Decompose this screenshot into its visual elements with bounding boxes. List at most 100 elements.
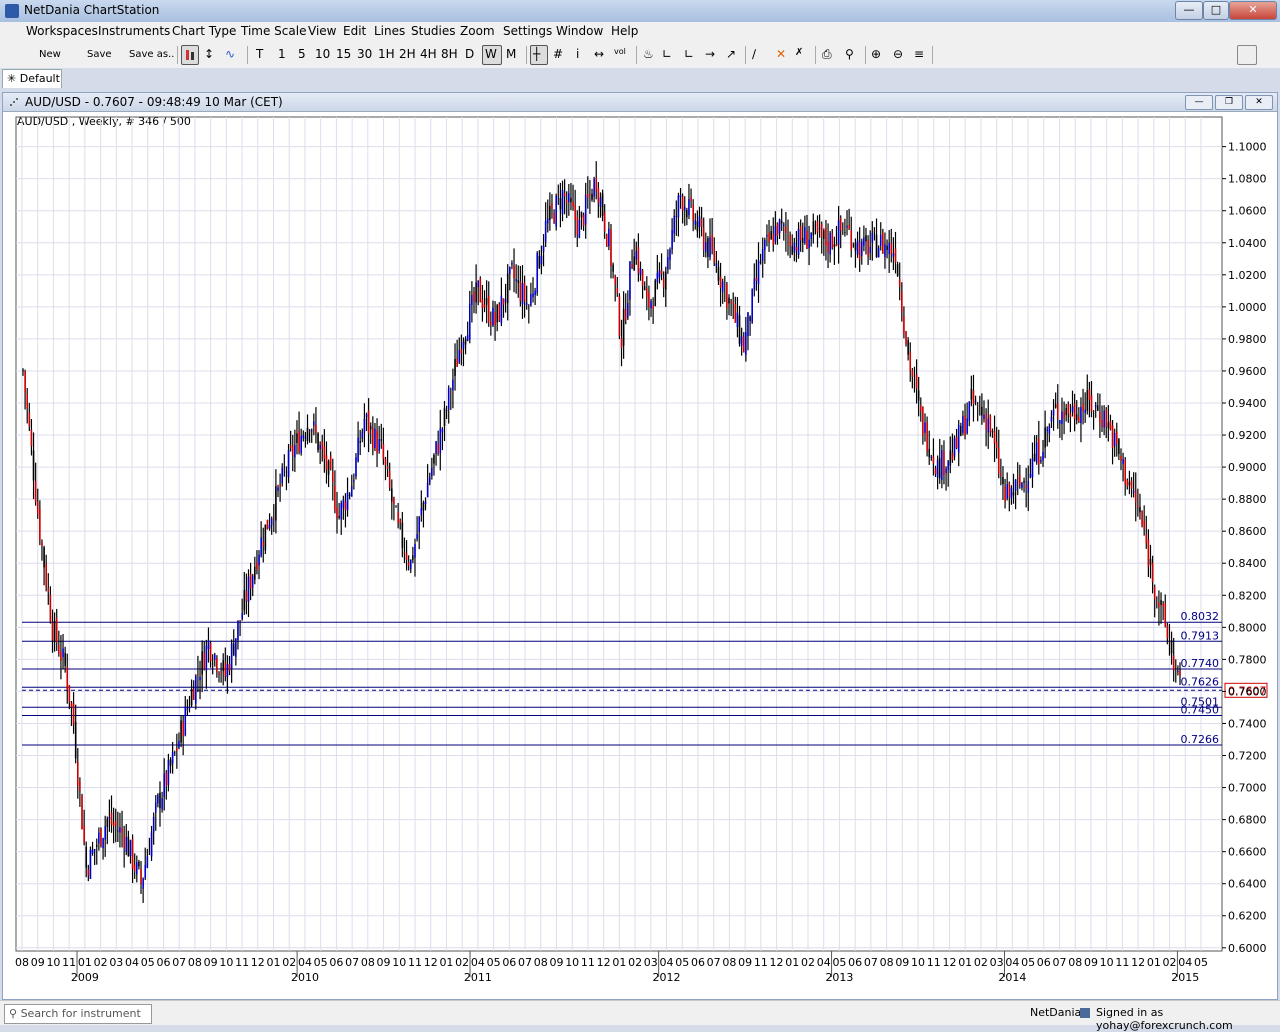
y-tick-label: 0.6400: [1228, 878, 1267, 891]
x-tick-label: 07: [707, 956, 721, 969]
menu-window[interactable]: Window: [556, 24, 603, 38]
timescale-weekly-button[interactable]: W: [485, 47, 497, 61]
trendline-icon[interactable]: ∟: [662, 47, 672, 61]
candlestick-chart-button[interactable]: [181, 45, 199, 65]
timescale-2h-button[interactable]: 2H: [399, 47, 416, 61]
menu-help[interactable]: Help: [611, 24, 638, 38]
volume-icon[interactable]: vol: [614, 47, 626, 56]
chart-minimize-button[interactable]: —: [1185, 95, 1213, 110]
delete-all-icon[interactable]: ✗: [795, 47, 803, 58]
x-tick-label: 08: [722, 956, 736, 969]
minimize-button[interactable]: —: [1175, 1, 1203, 20]
fit-chart-icon[interactable]: ≡: [914, 47, 924, 61]
timescale-1h-button[interactable]: 1H: [378, 47, 395, 61]
fibonacci-icon[interactable]: →: [705, 47, 715, 61]
print-preview-icon[interactable]: ⚲: [845, 47, 854, 61]
x-tick-label: 06: [156, 956, 170, 969]
x-tick-label: 07: [345, 956, 359, 969]
y-tick-label: 0.9000: [1228, 461, 1267, 474]
price-chart[interactable]: 0.80320.79130.77400.76260.75010.74500.72…: [3, 113, 1275, 999]
year-label: 2009: [71, 971, 99, 984]
status-bar: ⚲ Search for instrument NetDania Signed …: [0, 1000, 1280, 1032]
close-button[interactable]: ✕: [1229, 1, 1277, 20]
save-as-button[interactable]: Save as..: [129, 49, 174, 60]
maximize-button[interactable]: □: [1203, 1, 1229, 20]
arrow-icon[interactable]: ↗: [726, 47, 736, 61]
save-button[interactable]: Save: [87, 49, 112, 60]
scroll-icon[interactable]: ↔: [594, 47, 604, 61]
timescale-15min-button[interactable]: 15: [336, 47, 351, 61]
x-tick-label: 08: [1068, 956, 1082, 969]
price-axis: 1.1000 1.0800 1.0600 1.0400 1.0200 1.0000 0.98…: [1222, 141, 1267, 955]
x-tick-label: 08: [15, 956, 29, 969]
panel-toggle-button[interactable]: [1237, 45, 1257, 65]
menu-studies[interactable]: Studies: [411, 24, 456, 38]
chart-restore-button[interactable]: ❐: [1215, 95, 1243, 110]
alert-bell-icon[interactable]: ♨: [643, 47, 654, 61]
x-tick-label: 04: [1005, 956, 1019, 969]
window-titlebar: NetDania ChartStation — □ ✕: [0, 0, 1280, 23]
y-tick-label: 1.1000: [1228, 141, 1267, 154]
x-tick-label: 05: [1021, 956, 1035, 969]
search-placeholder: Search for instrument: [20, 1007, 141, 1020]
toolbar-separator: [636, 46, 637, 64]
timescale-30min-button[interactable]: 30: [357, 47, 372, 61]
timescale-5min-button[interactable]: 5: [298, 47, 306, 61]
y-tick-label: 0.7400: [1228, 717, 1267, 730]
level-line-label: 0.7266: [1181, 733, 1220, 746]
x-tick-label: 06: [502, 956, 516, 969]
menu-view[interactable]: View: [308, 24, 336, 38]
timescale-monthly-button[interactable]: M: [506, 47, 516, 61]
menu-zoom[interactable]: Zoom: [460, 24, 495, 38]
parallel-lines-icon[interactable]: ∟: [684, 47, 694, 61]
draw-line-icon[interactable]: ∕: [752, 47, 756, 61]
x-tick-label: 01: [439, 956, 453, 969]
x-tick-label: 01: [1147, 956, 1161, 969]
timescale-tick-button[interactable]: T: [256, 47, 263, 61]
x-tick-label: 02: [628, 956, 642, 969]
menu-instruments[interactable]: Instruments: [98, 24, 170, 38]
zoom-out-icon[interactable]: ⊖: [893, 47, 903, 61]
year-label: 2010: [291, 971, 319, 984]
line-chart-icon[interactable]: ∿: [225, 47, 235, 61]
timescale-1min-button[interactable]: 1: [278, 47, 286, 61]
y-tick-label: 0.7800: [1228, 653, 1267, 666]
print-icon[interactable]: ⎙: [822, 47, 832, 62]
tab-default[interactable]: ✳ Default: [2, 69, 62, 88]
timescale-4h-button[interactable]: 4H: [420, 47, 437, 61]
level-line-label: 0.7450: [1181, 703, 1220, 716]
menu-chart-type[interactable]: Chart Type: [172, 24, 236, 38]
timescale-10min-button[interactable]: 10: [315, 47, 330, 61]
menu-time-scale[interactable]: Time Scale: [241, 24, 306, 38]
menu-workspaces[interactable]: Workspaces: [26, 24, 98, 38]
x-tick-label: 03: [644, 956, 658, 969]
delete-icon[interactable]: ✕: [776, 47, 786, 61]
timescale-8h-button[interactable]: 8H: [441, 47, 458, 61]
y-tick-label: 0.9600: [1228, 365, 1267, 378]
chart-close-button[interactable]: ✕: [1245, 95, 1273, 110]
menu-settings[interactable]: Settings: [503, 24, 552, 38]
x-tick-label: 08: [361, 956, 375, 969]
x-tick-label: 11: [754, 956, 768, 969]
menu-lines[interactable]: Lines: [374, 24, 405, 38]
y-tick-label: 0.7600: [1228, 685, 1267, 698]
x-tick-label: 06: [848, 956, 862, 969]
x-tick-label: 04: [1178, 956, 1192, 969]
x-tick-label: 12: [251, 956, 265, 969]
chart-grid: [15, 116, 1223, 952]
grid-icon[interactable]: #: [553, 47, 563, 61]
info-icon[interactable]: i: [576, 47, 579, 61]
x-tick-label: 02: [455, 956, 469, 969]
zoom-in-icon[interactable]: ⊕: [871, 47, 881, 61]
x-tick-label: 08: [880, 956, 894, 969]
menu-edit[interactable]: Edit: [343, 24, 366, 38]
x-tick-label: 07: [864, 956, 878, 969]
app-title: NetDania ChartStation: [24, 3, 160, 17]
brand-label: NetDania: [1030, 1006, 1082, 1019]
new-button[interactable]: New: [39, 49, 61, 60]
timescale-daily-button[interactable]: D: [465, 47, 474, 61]
instrument-search-input[interactable]: ⚲ Search for instrument: [4, 1004, 152, 1024]
x-tick-label: 07: [518, 956, 532, 969]
bar-chart-icon[interactable]: ↕: [204, 47, 214, 61]
y-tick-label: 0.7000: [1228, 782, 1267, 795]
